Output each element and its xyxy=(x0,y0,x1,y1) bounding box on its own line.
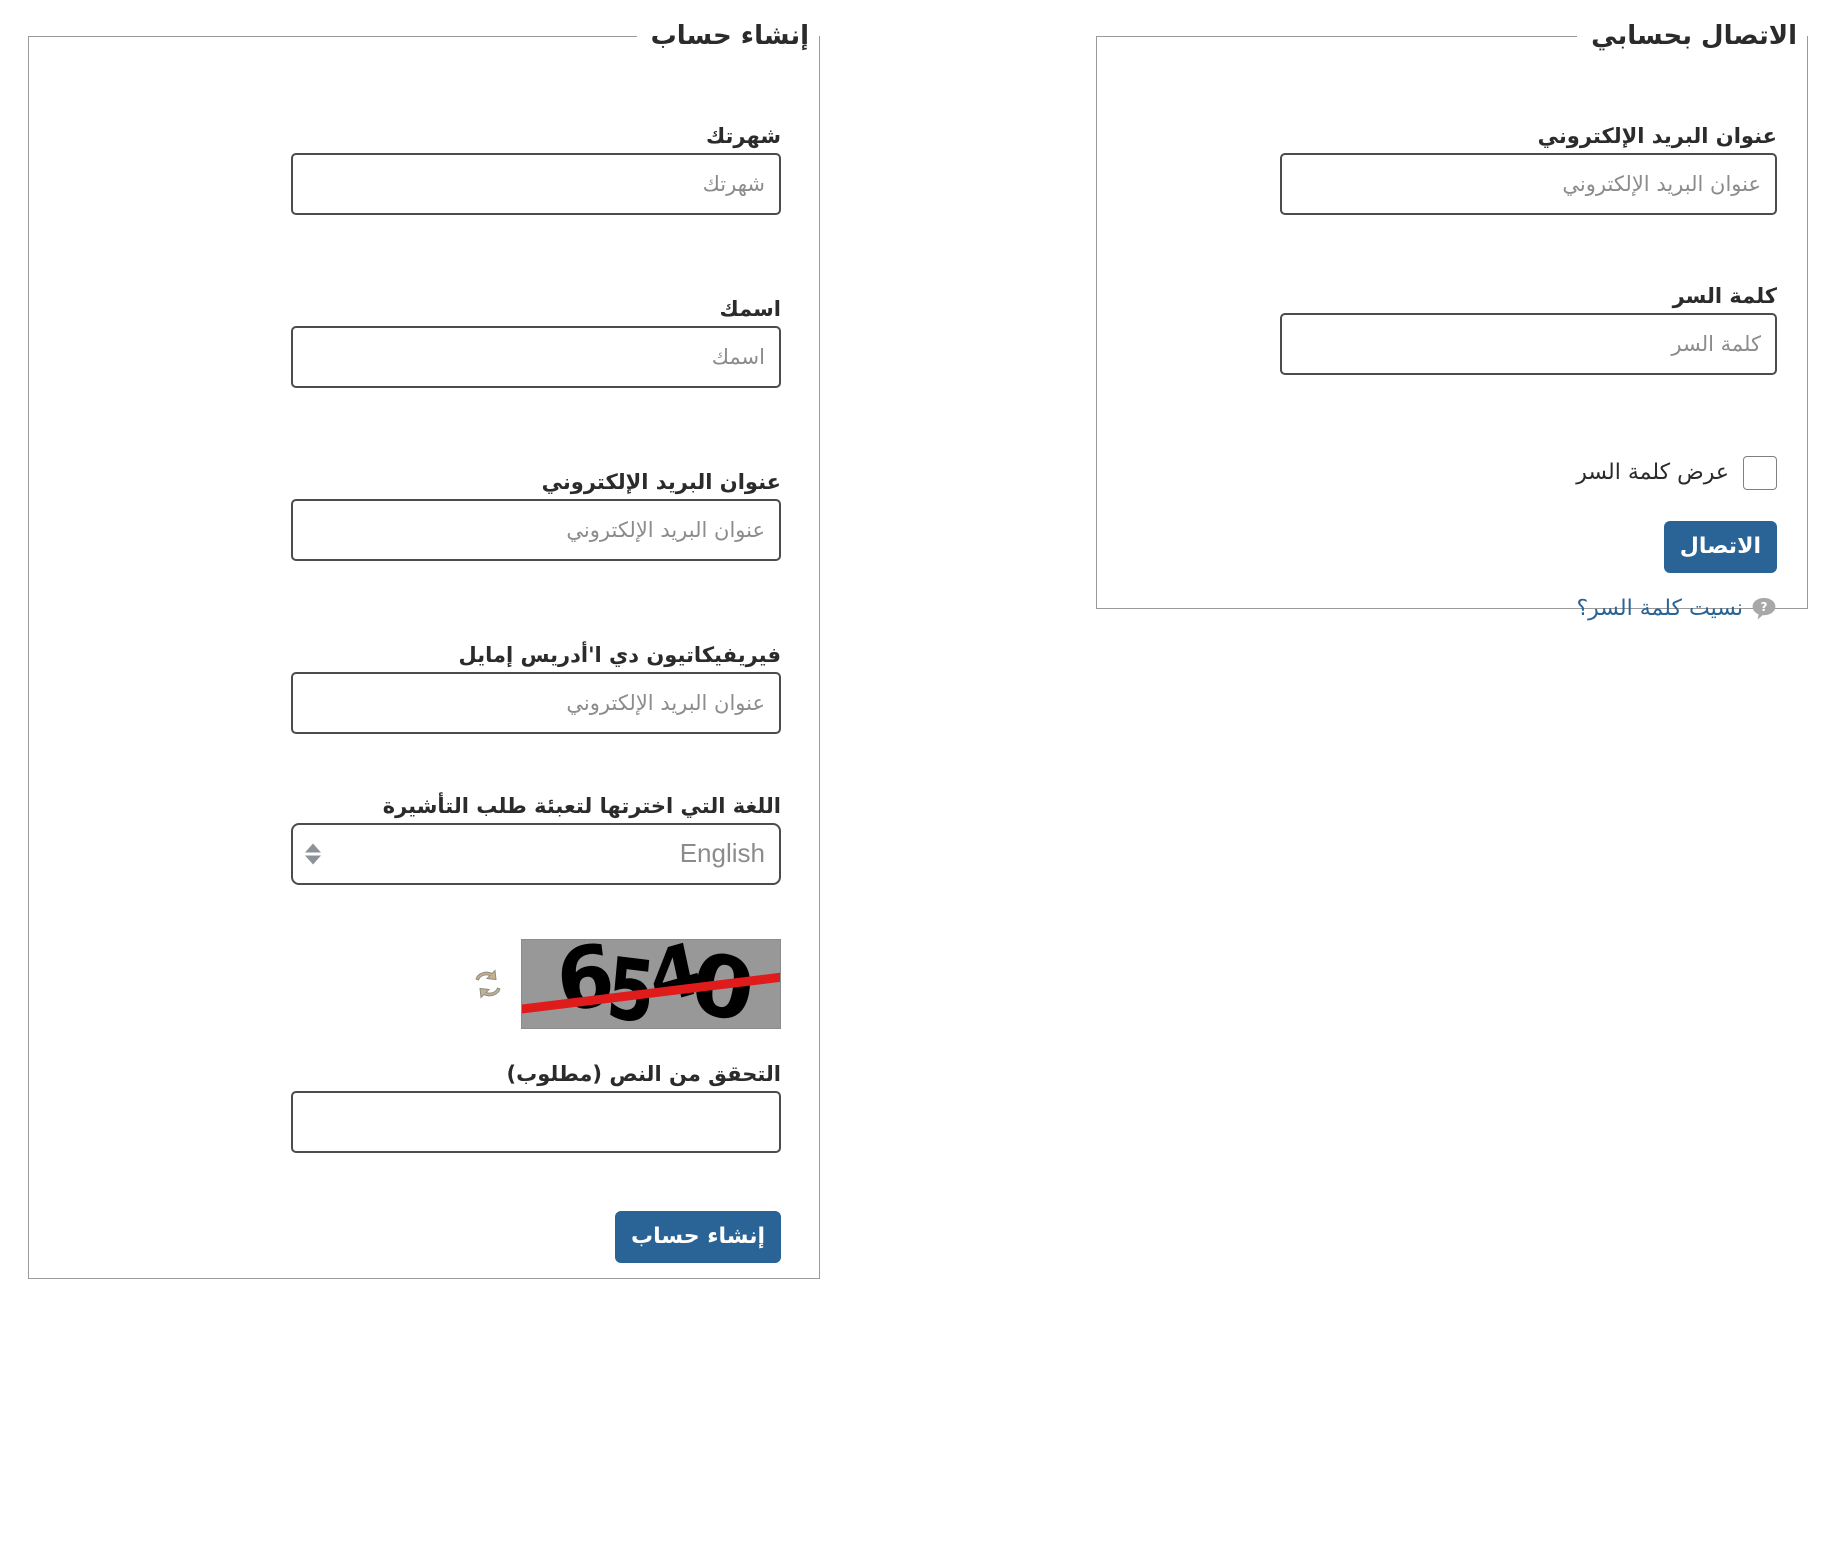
chevron-down-icon xyxy=(305,855,321,865)
captcha-verify-field: التحقق من النص (مطلوب) xyxy=(291,1061,781,1153)
register-firstname-input[interactable] xyxy=(291,325,781,388)
login-submit-button[interactable]: الاتصال xyxy=(1663,520,1777,573)
login-email-field: عنوان البريد الإلكتروني xyxy=(1280,123,1777,215)
updown-spinner-icon[interactable] xyxy=(305,843,321,865)
register-email-confirm-input[interactable] xyxy=(291,671,781,734)
register-surname-input[interactable] xyxy=(291,152,781,215)
login-password-input[interactable] xyxy=(1280,312,1777,375)
register-email-confirm-field: فيريفيكاتيون دي ا'أدريس إمايل xyxy=(291,642,781,734)
login-email-input[interactable] xyxy=(1280,152,1777,215)
login-email-label: عنوان البريد الإلكتروني xyxy=(1537,123,1777,148)
refresh-icon[interactable] xyxy=(471,967,505,1001)
register-email-field: عنوان البريد الإلكتروني xyxy=(291,469,781,561)
language-select-box[interactable]: English xyxy=(291,822,781,885)
register-panel: إنشاء حساب شهرتك اسمك عنوان البريد الإلك… xyxy=(28,22,820,1279)
forgot-password-link[interactable]: نسيت كلمة السر؟ xyxy=(1576,596,1743,621)
login-panel: الاتصال بحسابي عنوان البريد الإلكتروني ك… xyxy=(1096,21,1808,621)
register-firstname-label: اسمك xyxy=(719,296,781,321)
register-email-input[interactable] xyxy=(291,498,781,561)
register-language-field: اللغة التي اخترتها لتعبئة طلب التأشيرة E… xyxy=(291,793,781,885)
register-firstname-field: اسمك xyxy=(291,296,781,388)
login-password-field: كلمة السر xyxy=(1280,283,1777,375)
register-email-confirm-label: فيريفيكاتيون دي ا'أدريس إمايل xyxy=(458,642,781,667)
signin-register-page: الاتصال بحسابي عنوان البريد الإلكتروني ك… xyxy=(0,0,1848,1550)
register-panel-legend: إنشاء حساب xyxy=(650,21,809,51)
chevron-up-icon xyxy=(305,843,321,853)
language-select[interactable]: English xyxy=(291,822,781,885)
language-select-value: English xyxy=(679,838,765,869)
login-panel-legend: الاتصال بحسابي xyxy=(1591,21,1797,51)
register-email-label: عنوان البريد الإلكتروني xyxy=(541,469,781,494)
help-bubble-icon: ? xyxy=(1752,597,1776,620)
register-surname-label: شهرتك xyxy=(705,123,781,148)
show-password-row[interactable]: عرض كلمة السر xyxy=(1576,455,1777,490)
captcha-row: 6540 xyxy=(471,938,781,1029)
forgot-password-row[interactable]: ? نسيت كلمة السر؟ xyxy=(1576,596,1777,622)
register-submit-button[interactable]: إنشاء حساب xyxy=(615,1210,781,1263)
captcha-verify-label: التحقق من النص (مطلوب) xyxy=(506,1061,781,1086)
login-password-label: كلمة السر xyxy=(1672,283,1777,308)
show-password-checkbox[interactable] xyxy=(1743,455,1777,490)
captcha-image: 6540 xyxy=(521,938,781,1029)
register-language-label: اللغة التي اخترتها لتعبئة طلب التأشيرة xyxy=(382,793,781,818)
show-password-label: عرض كلمة السر xyxy=(1576,460,1729,486)
register-surname-field: شهرتك xyxy=(291,123,781,215)
svg-text:?: ? xyxy=(1761,600,1768,614)
captcha-verify-input[interactable] xyxy=(291,1090,781,1153)
